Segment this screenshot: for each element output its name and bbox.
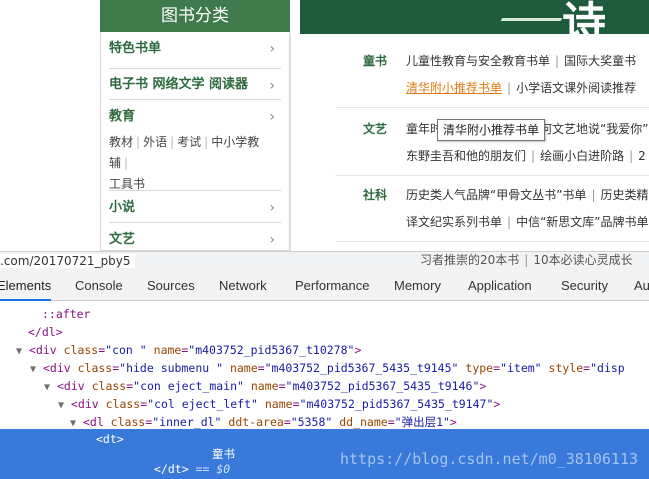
expand-triangle-icon[interactable]: ▼ xyxy=(58,400,64,411)
chevron-right-icon: › xyxy=(269,78,275,94)
dom-node-after[interactable]: ::after xyxy=(42,305,90,323)
submenu-row-label[interactable]: 文艺 xyxy=(363,120,387,137)
dom-node-submenu[interactable]: ▼ <div class="hide submenu " name="m4037… xyxy=(30,359,625,377)
banner-image[interactable]: 诗 xyxy=(300,0,649,34)
category-side-menu: 特色书单 › 电子书 网络文学 阅读器 › 教育 › 教材 | 外语 | 考试 | 中小学教… xyxy=(100,32,290,251)
banner-decoration xyxy=(497,18,563,26)
booklist-link[interactable]: 儿童性教育与安全教育书单 xyxy=(406,54,550,68)
booklist-link[interactable]: 何文艺地说“我爱你” xyxy=(540,122,648,136)
submenu-row-links: 东野圭吾和他的朋友们 | 绘画小白进阶路 | 2 xyxy=(406,149,646,163)
booklist-link[interactable]: 东野圭吾和他的朋友们 xyxy=(406,149,526,163)
dom-node-eject-main[interactable]: ▼ <div class="con eject_main" name="m403… xyxy=(44,377,486,395)
booklist-link[interactable]: 历史类精 xyxy=(600,188,648,202)
booklist-link[interactable]: 历史类人气品牌“甲骨文丛书”书单 xyxy=(406,188,586,202)
submenu-divider xyxy=(335,107,649,108)
page-left-margin xyxy=(0,0,100,251)
devtools-tab-bar: Elements Console Sources Network Perform… xyxy=(0,271,649,301)
subcategory-link[interactable]: 工具书 xyxy=(109,177,145,191)
expand-triangle-icon[interactable]: ▼ xyxy=(16,346,22,357)
category-header: 图书分类 xyxy=(100,0,290,32)
booklist-link[interactable]: 10本必读心灵成长 xyxy=(533,253,632,267)
dom-node-eject-left[interactable]: ▼ <div class="col eject_left" name="m403… xyxy=(58,395,500,413)
booklist-link[interactable]: 习者推崇的20本书 xyxy=(420,253,519,267)
side-item-literature[interactable]: 文艺 › xyxy=(109,223,281,251)
side-item-novels[interactable]: 小说 › xyxy=(109,191,281,223)
submenu-row-links: 译文纪实系列书单 | 中信“新思文库”品牌书单 xyxy=(406,215,649,229)
booklist-link[interactable]: 国际大奖童书 xyxy=(564,54,636,68)
tab-performance[interactable]: Performance xyxy=(295,271,369,301)
banner-character: 诗 xyxy=(562,0,606,35)
booklist-link-hovered[interactable]: 清华附小推荐书单 xyxy=(406,81,502,95)
booklist-link[interactable]: 2 xyxy=(638,149,646,163)
tab-console[interactable]: Console xyxy=(75,271,123,301)
booklist-link[interactable]: 译文纪实系列书单 xyxy=(406,215,502,229)
side-item-subcategories: 教材 | 外语 | 考试 | 中小学教辅 | 工具书 xyxy=(109,135,260,191)
tab-elements[interactable]: Elements xyxy=(0,271,52,301)
dom-node-con[interactable]: ▼ <div class="con " name="m403752_pid536… xyxy=(16,341,361,359)
tab-application[interactable]: Application xyxy=(468,271,532,301)
tab-network[interactable]: Network xyxy=(219,271,267,301)
expand-triangle-icon[interactable]: ▼ xyxy=(30,364,36,375)
side-item-title[interactable]: 文艺 xyxy=(109,231,281,249)
chevron-right-icon: › xyxy=(269,109,275,125)
tab-security[interactable]: Security xyxy=(561,271,608,301)
submenu-divider xyxy=(335,241,649,242)
status-url-text: .com/20170721_pby5 xyxy=(0,254,135,268)
submenu-row-links: 历史类人气品牌“甲骨文丛书”书单 | 历史类精 xyxy=(406,188,649,202)
side-item-title[interactable]: 电子书 网络文学 阅读器 xyxy=(109,76,281,94)
submenu-row-label[interactable]: 社科 xyxy=(363,186,387,203)
dom-node-close-dl[interactable]: </dl> xyxy=(28,323,63,341)
expand-triangle-icon[interactable]: ▼ xyxy=(70,418,76,429)
tab-memory[interactable]: Memory xyxy=(394,271,441,301)
side-item-title[interactable]: 特色书单 xyxy=(109,40,281,58)
chevron-right-icon: › xyxy=(269,232,275,248)
side-item-ebooks[interactable]: 电子书 网络文学 阅读器 › xyxy=(109,69,281,100)
subcategory-link[interactable]: 外语 xyxy=(143,135,167,149)
side-item-featured-lists[interactable]: 特色书单 › xyxy=(109,32,281,69)
side-item-education[interactable]: 教育 › 教材 | 外语 | 考试 | 中小学教辅 | 工具书 xyxy=(109,100,281,191)
chevron-right-icon: › xyxy=(269,41,275,57)
tab-audits[interactable]: Au xyxy=(634,271,649,301)
link-tooltip: 清华附小推荐书单 xyxy=(437,119,546,141)
subcategory-link[interactable]: 考试 xyxy=(177,135,201,149)
devtools-panel: Elements Console Sources Network Perform… xyxy=(0,271,649,479)
submenu-row-links: 清华附小推荐书单 | 小学语文课外阅读推荐 xyxy=(406,81,637,95)
selected-text-node: 童书 xyxy=(212,447,235,461)
submenu-popup: 童书 儿童性教育与安全教育书单 | 国际大奖童书 清华附小推荐书单 | 小学语文课外阅读… xyxy=(290,34,649,251)
blog-watermark: https://blog.csdn.net/m0_38106113 xyxy=(339,450,638,468)
webpage-viewport: 图书分类 诗 特色书单 › 电子书 网络文学 阅读器 › 教育 › 教材 | 外语 |… xyxy=(0,0,649,251)
side-item-title[interactable]: 小说 xyxy=(109,199,281,217)
submenu-divider xyxy=(335,175,649,176)
booklist-link[interactable]: 绘画小白进阶路 xyxy=(540,149,624,163)
selected-close-line: </dt> == $0 xyxy=(154,462,231,476)
expand-triangle-icon[interactable]: ▼ xyxy=(44,382,50,393)
subcategory-link[interactable]: 教材 xyxy=(109,135,133,149)
submenu-row-label[interactable]: 童书 xyxy=(363,52,387,69)
chevron-right-icon: › xyxy=(269,200,275,216)
booklist-link[interactable]: 小学语文课外阅读推荐 xyxy=(516,81,636,95)
submenu-row-links: 儿童性教育与安全教育书单 | 国际大奖童书 xyxy=(406,54,637,68)
side-item-title[interactable]: 教育 xyxy=(109,108,281,126)
selected-open-tag: <dt> xyxy=(96,432,124,446)
page-peek-text: 习者推崇的20本书 | 10本必读心灵成长 xyxy=(420,253,633,267)
tab-sources[interactable]: Sources xyxy=(147,271,195,301)
booklist-link[interactable]: 中信“新思文库”品牌书单 xyxy=(516,215,648,229)
